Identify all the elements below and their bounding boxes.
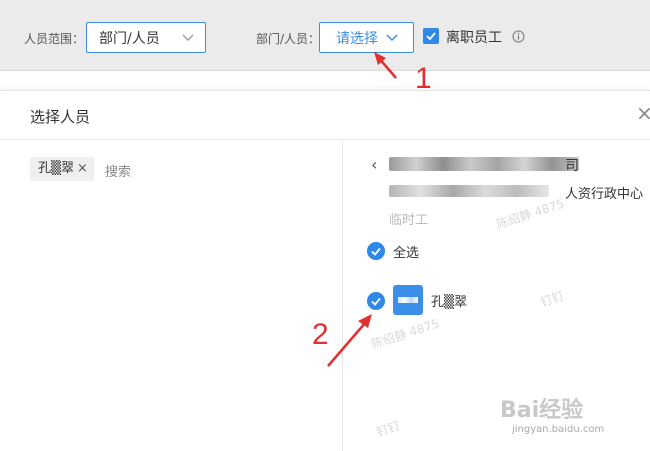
scope-select-value: 部门/人员 [99,31,160,47]
check-icon [371,297,381,306]
company-name-redacted [389,157,579,171]
org-tree-pane: ‹ 司 人资行政中心 临时工 全选 孔▒翠 [343,139,650,451]
select-all-label: 全选 [393,246,420,261]
avatar-text-redacted [398,297,418,303]
brand-logo: Bai经验 [500,398,584,423]
avatar [393,285,423,315]
annotation-arrow-1 [374,52,397,79]
dept-name: 人资行政中心 [565,187,644,202]
close-icon[interactable]: × [636,103,650,123]
dept-label: 部门/人员： [256,32,321,46]
scope-label: 人员范围： [24,32,85,46]
selected-person-tag: 孔▒翠 × [30,157,94,181]
info-icon[interactable] [512,30,525,43]
select-person-button[interactable]: 请选择 [319,22,414,53]
scope-select[interactable]: 部门/人员 [86,22,206,53]
selected-pane: 孔▒翠 × 搜索 [0,139,343,451]
chevron-down-icon [386,34,398,42]
selected-person-name: 孔▒翠 [38,161,74,176]
annotation-number-2: 2 [312,318,329,351]
dialog-header: 选择人员 × [0,91,650,140]
check-icon [426,32,436,41]
check-icon [371,247,381,256]
dialog-title: 选择人员 [30,108,91,126]
back-icon[interactable]: ‹ [371,155,377,174]
select-person-label: 请选择 [336,31,378,47]
search-input[interactable]: 搜索 [105,161,131,180]
member-checkbox[interactable] [367,292,385,310]
company-suffix: 司 [565,158,579,174]
chevron-down-icon [182,34,194,41]
group-label: 临时工 [389,213,429,228]
dept-path-redacted [389,185,549,197]
resigned-checkbox[interactable] [423,28,439,44]
select-all-checkbox[interactable] [367,242,385,260]
filter-bar: 人员范围： 部门/人员 部门/人员： 请选择 离职员工 [0,0,650,71]
member-name[interactable]: 孔▒翠 [431,291,467,310]
remove-tag-icon[interactable]: × [77,161,88,176]
brand-url: jingyan.baidu.com [512,424,605,435]
resigned-label: 离职员工 [446,30,502,46]
